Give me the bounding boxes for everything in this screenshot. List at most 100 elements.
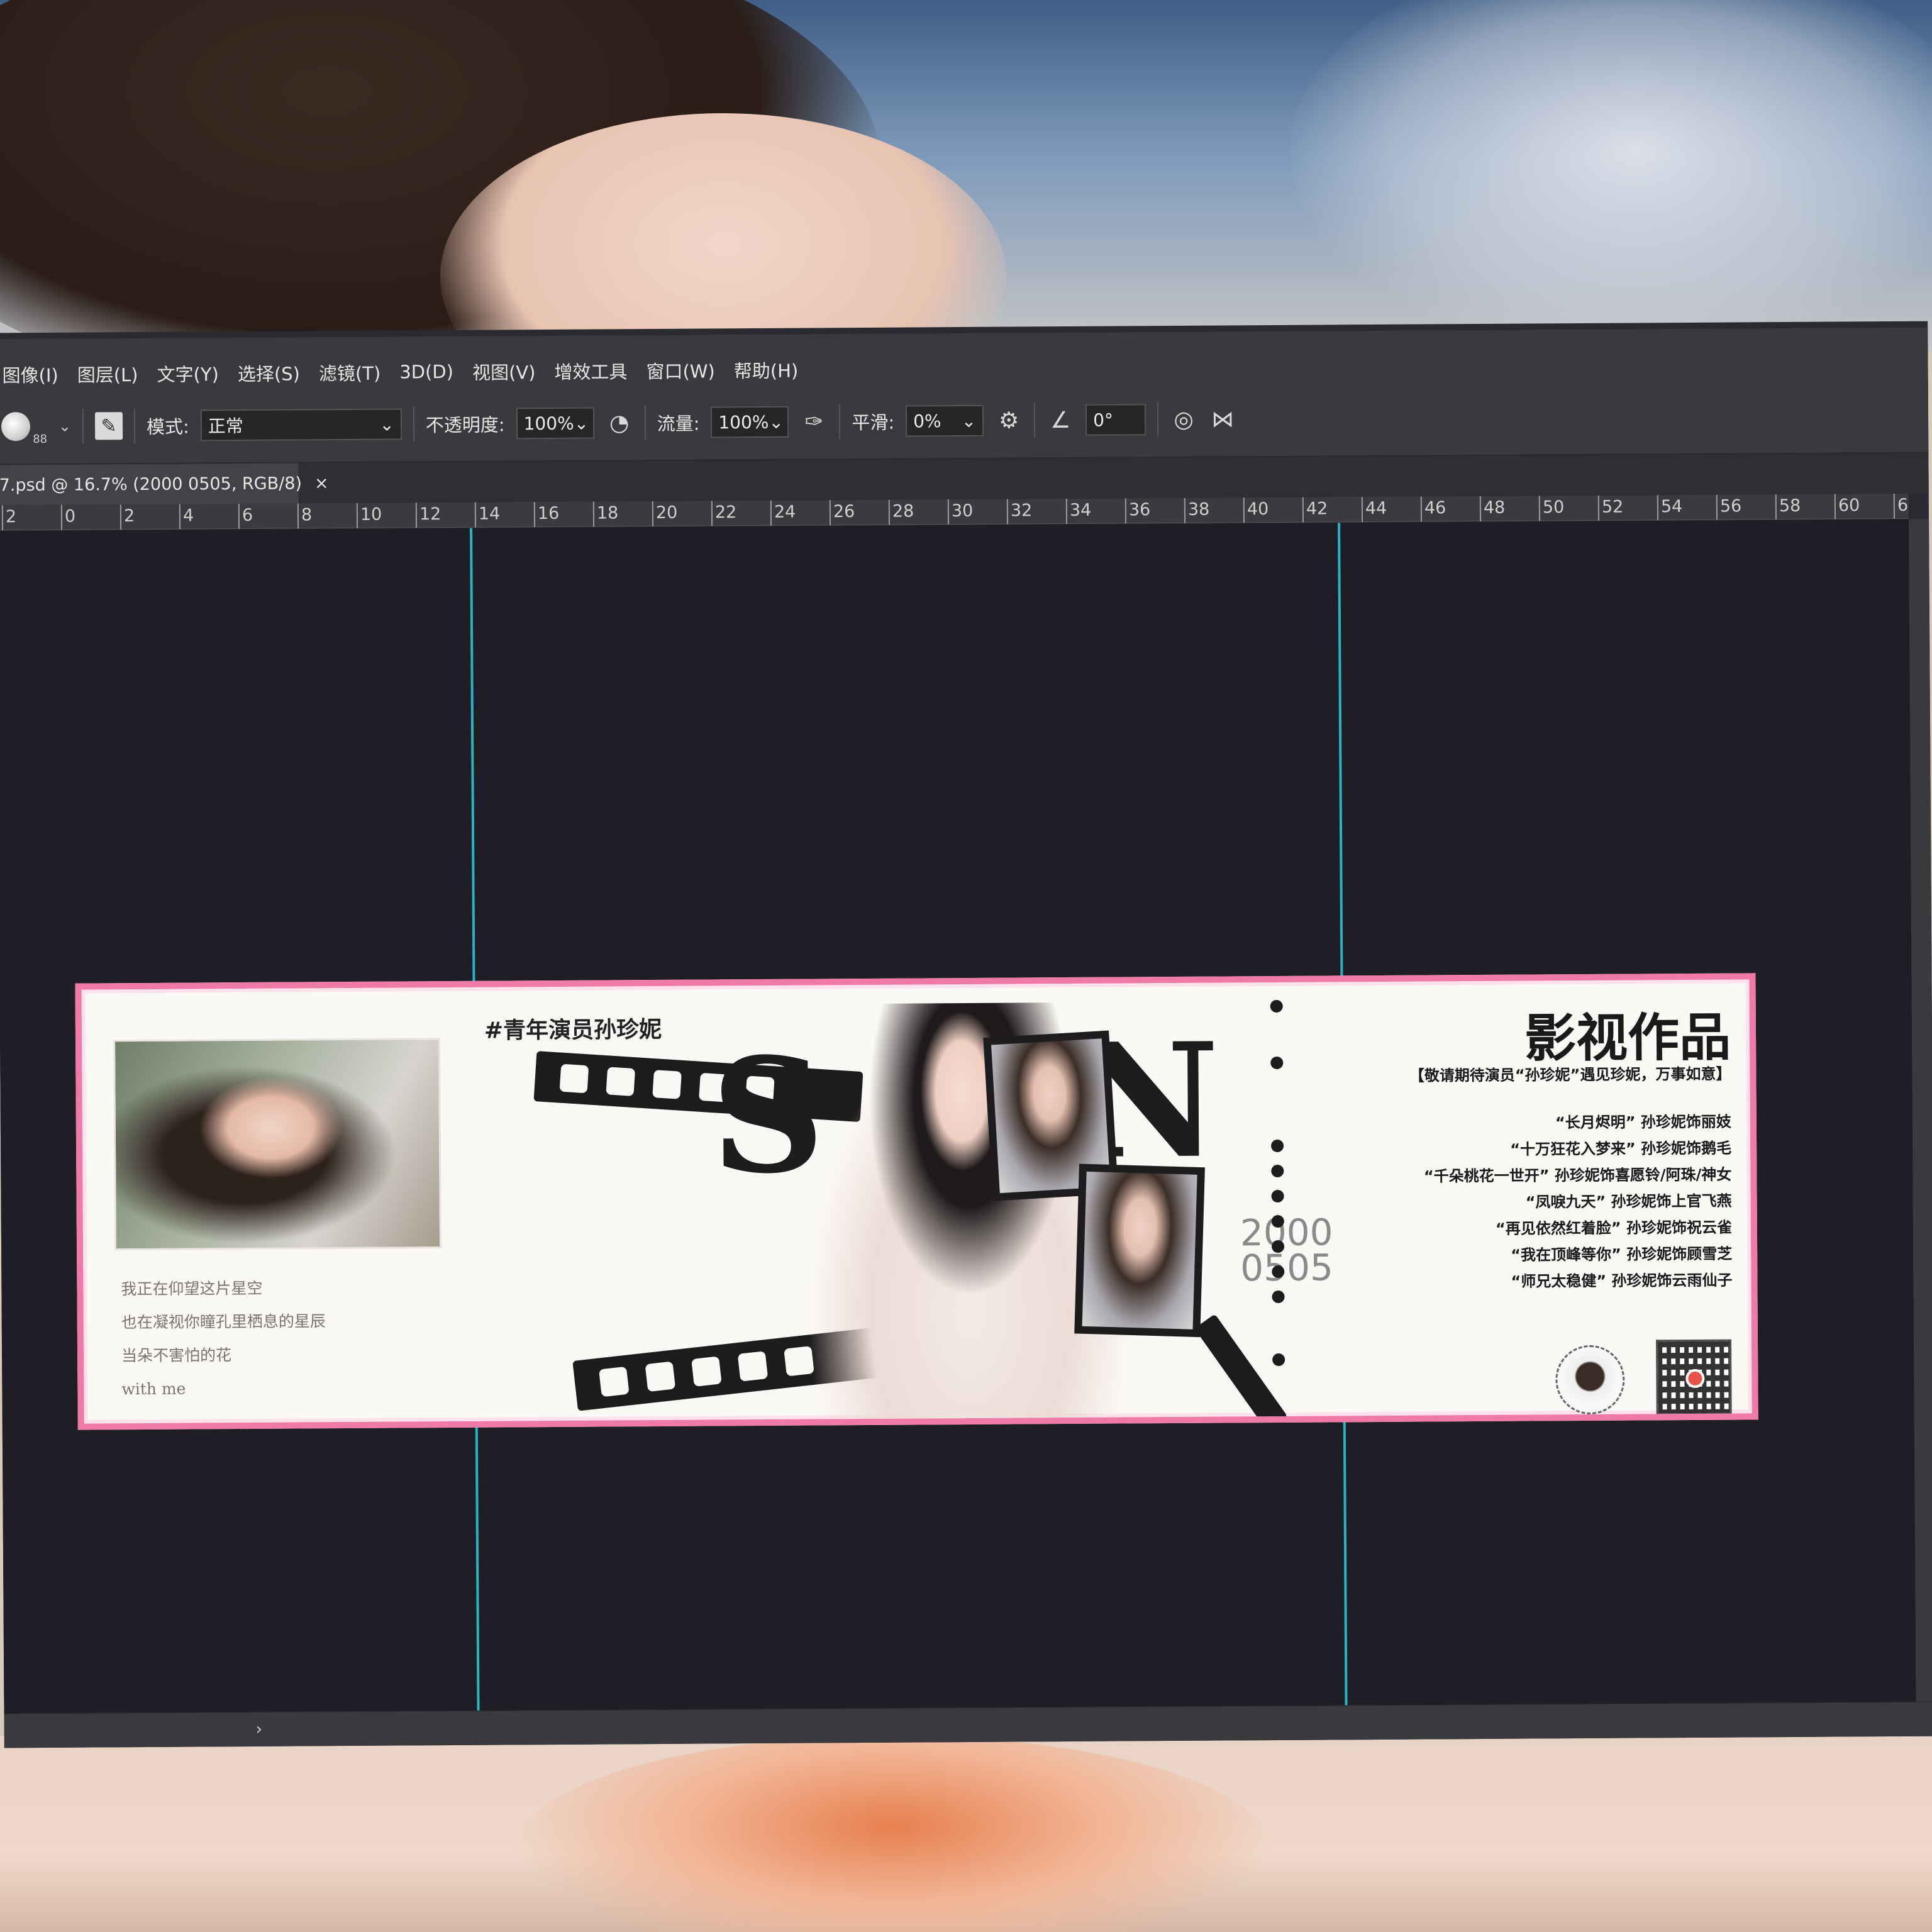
ruler-tick-label: 10 (356, 502, 382, 528)
gear-icon[interactable]: ⚙ (995, 406, 1023, 434)
photoshop-window: 图像(I) 图层(L) 文字(Y) 选择(S) 滤镜(T) 3D(D) 视图(V… (0, 321, 1932, 1748)
document-tab[interactable]: 7.psd @ 16.7% (2000 0505, RGB/8) × (0, 463, 329, 506)
ruler-tick-label: 16 (533, 501, 560, 528)
chevron-down-icon: ⌄ (769, 411, 784, 433)
pressure-opacity-icon[interactable]: ◔ (605, 409, 633, 436)
film-hole (645, 1361, 676, 1392)
ruler-tick-label: 2 (1, 505, 17, 531)
ruler-tick-label: 48 (1479, 496, 1506, 521)
ruler-tick-label: 46 (1420, 496, 1446, 522)
perforation-dot (1272, 1265, 1285, 1279)
ruler-tick-label: 40 (1243, 497, 1269, 523)
divider (82, 408, 84, 444)
airbrush-icon[interactable]: ✑ (800, 408, 828, 435)
wallpaper-wing (1289, 0, 1932, 352)
opacity-value: 100% (523, 413, 574, 434)
menu-view[interactable]: 视图(V) (472, 358, 536, 385)
perforation-dot (1272, 1290, 1285, 1304)
flow-input[interactable]: 100% ⌄ (711, 406, 789, 438)
options-bar: 88 ⌄ ✎ 模式: 正常 ⌄ 不透明度: 100% ⌄ ◔ 流量: 100% … (0, 377, 1929, 465)
stub-portrait-photo (113, 1038, 442, 1251)
mode-value: 正常 (208, 416, 243, 437)
opacity-label: 不透明度: (425, 414, 505, 436)
ruler-tick-label: 22 (711, 501, 737, 526)
frame-photo (1082, 1171, 1197, 1330)
works-item: “再见依然红着脸” 孙珍妮饰祝云雀 (1495, 1218, 1732, 1238)
menu-image[interactable]: 图像(I) (2, 361, 58, 388)
close-icon[interactable]: × (314, 474, 329, 493)
perforation-dot (1270, 999, 1283, 1013)
works-item: “十万狂花入梦来” 孙珍妮饰鹅毛 (1510, 1139, 1732, 1158)
ruler-tick-label: 12 (415, 502, 441, 528)
brush-size: 88 (33, 432, 48, 446)
ruler-tick-label: 0 (60, 504, 76, 530)
angle-input[interactable]: 0° (1085, 404, 1146, 436)
menu-window[interactable]: 窗口(W) (646, 357, 715, 384)
ruler-tick-label: 8 (297, 503, 313, 529)
ruler-tick-label: 24 (770, 500, 796, 526)
flow-label: 流量: (657, 413, 700, 435)
works-subtitle: 【敬请期待演员“孙珍妮”遇见珍妮，万事如意】 (1409, 1065, 1731, 1085)
works-item: “凤唳九天” 孙珍妮饰上官飞燕 (1525, 1192, 1732, 1211)
menu-type[interactable]: 文字(Y) (157, 360, 219, 387)
perforation-dot (1271, 1164, 1284, 1178)
ruler-tick-label: 4 (179, 504, 194, 530)
wallpaper-top (0, 0, 1932, 352)
perforation-dot (1271, 1189, 1284, 1203)
chevron-down-icon: ⌄ (379, 414, 394, 435)
works-item: “千朵桃花一世开” 孙珍妮饰喜愿铃/阿珠/神女 (1423, 1165, 1732, 1185)
pressure-size-icon[interactable]: ◎ (1170, 406, 1197, 433)
brush-preset-icon[interactable] (1, 412, 31, 441)
ruler-tick-label: 50 (1538, 496, 1565, 521)
ruler-tick-label: 32 (1006, 499, 1033, 525)
poem-line: 我正在仰望这片星空 (121, 1279, 263, 1299)
angle-icon: ∠ (1050, 407, 1071, 433)
ruler-tick-label: 58 (1775, 494, 1801, 520)
menu-plugins[interactable]: 增效工具 (554, 357, 627, 384)
ticket-artwork: 我正在仰望这片星空 也在凝视你瞳孔里栖息的星辰 当朵不害怕的花 with me … (75, 973, 1758, 1430)
perforation-dot (1272, 1240, 1285, 1253)
photo-frame-bottom (1074, 1163, 1205, 1338)
film-hole (737, 1351, 769, 1382)
divider (1034, 402, 1036, 438)
perforation-dot (1271, 1139, 1284, 1153)
brush-panel-toggle-icon[interactable]: ✎ (94, 412, 123, 440)
poem-text: 我正在仰望这片星空 也在凝视你瞳孔里栖息的星辰 当朵不害怕的花 with me (121, 1271, 326, 1406)
ruler-tick-label: 2 (119, 504, 135, 530)
document-tab-title: 7.psd @ 16.7% (2000 0505, RGB/8) (0, 473, 303, 495)
flow-value: 100% (718, 411, 769, 433)
menu-help[interactable]: 帮助(H) (734, 357, 799, 384)
ruler-tick-label: 42 (1302, 497, 1328, 523)
ruler-tick-label: 56 (1716, 494, 1742, 520)
chevron-down-icon[interactable]: ⌄ (58, 418, 71, 435)
ruler-tick-label: 20 (652, 501, 678, 527)
symmetry-butterfly-icon[interactable]: ⋈ (1209, 405, 1236, 433)
ruler-tick-label: 6 (1893, 493, 1909, 519)
ruler-tick-label: 30 (947, 499, 974, 525)
ruler-tick-label: 6 (238, 503, 253, 530)
menu-layer[interactable]: 图层(L) (77, 360, 138, 387)
poem-line: 也在凝视你瞳孔里栖息的星辰 (121, 1312, 326, 1332)
birth-date: 2000 0505 (1240, 1211, 1333, 1289)
canvas-area[interactable]: 我正在仰望这片星空 也在凝视你瞳孔里栖息的星辰 当朵不害怕的花 with me … (0, 519, 1916, 1714)
ruler-tick-label: 52 (1597, 495, 1624, 521)
opacity-input[interactable]: 100% ⌄ (516, 407, 594, 440)
mode-label: 模式: (146, 416, 189, 438)
status-arrow-icon[interactable]: › (256, 1720, 263, 1739)
mode-select[interactable]: 正常 ⌄ (200, 408, 402, 441)
ruler-tick-label: 28 (888, 499, 914, 525)
smoothing-label: 平滑: (852, 411, 895, 434)
weibo-logo-icon (1685, 1368, 1705, 1389)
smoothing-input[interactable]: 0% ⌄ (906, 404, 984, 437)
film-hole (599, 1366, 630, 1397)
perforation-dot (1272, 1353, 1285, 1367)
divider (1157, 402, 1159, 438)
perforation-dot (1271, 1214, 1284, 1228)
ruler-tick-label: 18 (592, 501, 619, 527)
menu-3d[interactable]: 3D(D) (399, 361, 453, 383)
perforation-dot (1270, 1056, 1284, 1070)
works-item: “我在顶峰等你” 孙珍妮饰顾雪芝 (1511, 1245, 1733, 1264)
menu-select[interactable]: 选择(S) (238, 359, 300, 386)
menu-filter[interactable]: 滤镜(T) (319, 359, 381, 386)
ticket-perforation (1270, 989, 1285, 1423)
